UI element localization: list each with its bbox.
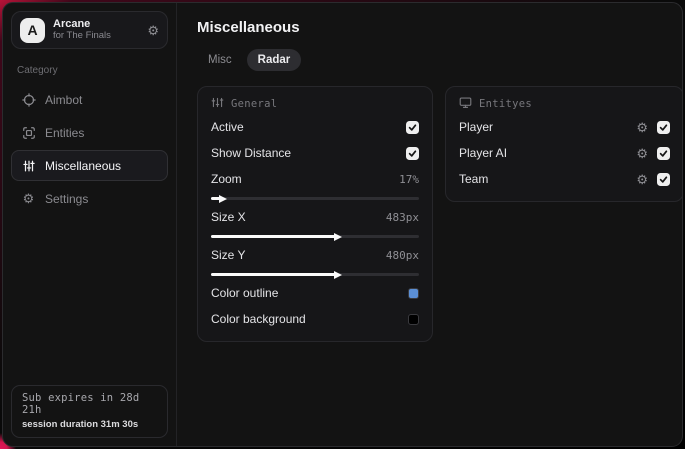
- profile-subtitle: for The Finals: [53, 29, 111, 41]
- sidebar-item-label: Settings: [45, 191, 89, 206]
- entity-row: Player ⚙: [459, 116, 670, 138]
- slider-track[interactable]: [211, 270, 419, 279]
- slider-setting: Zoom 17%: [211, 168, 419, 203]
- gear-icon[interactable]: ⚙: [636, 147, 648, 160]
- sidebar-item-label: Entities: [45, 125, 85, 140]
- entity-controls: ⚙: [636, 146, 670, 160]
- sidebar-nav: Aimbot Entities Miscellaneous ⚙ Settings: [11, 84, 168, 214]
- slider-header: Size Y 480px: [211, 244, 419, 266]
- setting-label: Color outline: [211, 286, 279, 300]
- color-swatch[interactable]: [408, 287, 419, 299]
- slider-setting: Size Y 480px: [211, 244, 419, 279]
- entity-label: Player AI: [459, 146, 508, 160]
- setting-row: Active: [211, 116, 419, 138]
- checkbox[interactable]: [657, 172, 670, 186]
- general-card-title: General: [231, 98, 278, 110]
- setting-label: Color background: [211, 312, 306, 326]
- app-window: A Arcane for The Finals ⚙ Category Aimbo…: [2, 2, 683, 447]
- sidebar: A Arcane for The Finals ⚙ Category Aimbo…: [3, 3, 177, 446]
- setting-row: Show Distance: [211, 142, 419, 164]
- cards-row: General Active Show Distance Zoom 17% Size X…: [197, 86, 682, 342]
- sidebar-item-entities[interactable]: Entities: [11, 117, 168, 148]
- slider-header: Size X 483px: [211, 206, 419, 228]
- gear-icon[interactable]: ⚙: [636, 121, 648, 134]
- entity-controls: ⚙: [636, 172, 670, 186]
- tab-radar[interactable]: Radar: [246, 49, 302, 71]
- sub-expiry-text: Sub expires in 28d 21h: [22, 392, 140, 416]
- slider-thumb[interactable]: [333, 232, 342, 241]
- profile-card: A Arcane for The Finals ⚙: [11, 11, 168, 49]
- monitor-icon: [459, 96, 472, 112]
- color-setting-row: Color outline: [211, 282, 419, 304]
- entities-card-header: Entityes: [459, 96, 670, 112]
- entity-row: Team ⚙: [459, 168, 670, 190]
- gear-icon[interactable]: ⚙: [147, 24, 159, 37]
- setting-label: Size Y: [211, 248, 246, 262]
- sidebar-item-aimbot[interactable]: Aimbot: [11, 84, 168, 115]
- slider-setting: Size X 483px: [211, 206, 419, 241]
- sidebar-item-miscellaneous[interactable]: Miscellaneous: [11, 150, 168, 181]
- setting-label: Show Distance: [211, 146, 292, 160]
- entities-card-title: Entityes: [479, 98, 532, 110]
- sidebar-item-label: Aimbot: [45, 92, 83, 107]
- slider-value: 480px: [385, 248, 419, 262]
- gear-icon: ⚙: [22, 191, 35, 206]
- slider-value: 17%: [399, 172, 419, 186]
- tab-bar: Misc Radar: [197, 49, 682, 71]
- setting-label: Size X: [211, 210, 246, 224]
- category-label: Category: [17, 65, 58, 76]
- sliders-icon: [21, 158, 36, 173]
- color-setting-row: Color background: [211, 308, 419, 330]
- entity-controls: ⚙: [636, 120, 670, 134]
- slider-thumb[interactable]: [333, 270, 342, 279]
- sidebar-item-settings[interactable]: ⚙ Settings: [11, 183, 168, 214]
- checkbox[interactable]: [657, 146, 670, 160]
- page-title: Miscellaneous: [197, 19, 300, 36]
- general-card-header: General: [211, 96, 419, 112]
- crosshair-icon: [21, 92, 36, 107]
- tab-misc[interactable]: Misc: [197, 49, 243, 71]
- session-duration-text: session duration 31m 30s: [22, 419, 139, 430]
- slider-value: 483px: [385, 210, 419, 224]
- sidebar-item-label: Miscellaneous: [45, 158, 122, 173]
- general-rows: Active Show Distance Zoom 17% Size X 483px Siz…: [211, 116, 419, 330]
- slider-header: Zoom 17%: [211, 168, 419, 190]
- profile-text: Arcane for The Finals: [53, 18, 139, 42]
- entities-rows: Player ⚙ Player AI ⚙ Team ⚙: [459, 116, 670, 190]
- gear-icon[interactable]: ⚙: [636, 173, 648, 186]
- entity-row: Player AI ⚙: [459, 142, 670, 164]
- main-content: Miscellaneous Misc Radar General Active Sh…: [177, 3, 682, 446]
- slider-track[interactable]: [211, 232, 419, 241]
- profile-title: Arcane: [53, 18, 91, 31]
- checkbox[interactable]: [657, 120, 670, 134]
- entities-card: Entityes Player ⚙ Player AI ⚙ Team ⚙: [445, 86, 682, 202]
- setting-label: Zoom: [211, 172, 242, 186]
- general-card: General Active Show Distance Zoom 17% Size X…: [197, 86, 433, 342]
- avatar: A: [20, 17, 45, 43]
- slider-track[interactable]: [211, 194, 419, 203]
- checkbox[interactable]: [406, 146, 419, 160]
- color-swatch[interactable]: [408, 313, 419, 325]
- entities-box-icon: [21, 125, 36, 140]
- checkbox[interactable]: [406, 120, 419, 134]
- adjust-sliders-icon: [211, 96, 224, 112]
- slider-thumb[interactable]: [219, 194, 228, 203]
- entity-label: Team: [459, 172, 489, 186]
- setting-label: Active: [211, 120, 244, 134]
- entity-label: Player: [459, 120, 494, 134]
- subscription-card: Sub expires in 28d 21h session duration …: [11, 385, 168, 438]
